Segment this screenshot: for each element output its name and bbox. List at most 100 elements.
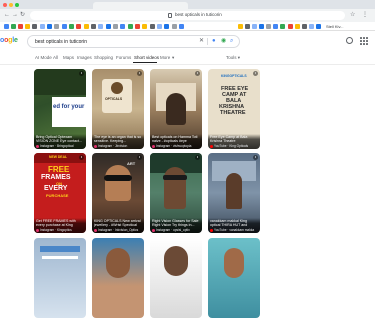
play-icon (79, 71, 84, 76)
bookmark-icon[interactable] (62, 24, 67, 29)
video-caption: vanakkam makkal King optical THIRA HUT a… (208, 217, 260, 233)
site-info-icon[interactable] (168, 12, 172, 18)
google-logo[interactable]: oogle (0, 37, 18, 44)
bookmark-icon[interactable] (142, 24, 147, 29)
bookmark-icon[interactable] (11, 24, 16, 29)
bookmark-icon[interactable] (40, 24, 45, 29)
video-title: Right Vision Glasses for Sale Right Visi… (152, 219, 199, 228)
bookmark-icon[interactable] (54, 24, 59, 29)
video-title: Free Eye Camp at Bala Krishna Theatre (210, 135, 248, 144)
bookmark-icon[interactable] (150, 24, 155, 29)
video-source: Instagram · Inkvision_Optics (98, 228, 139, 232)
lens-icon[interactable]: ◉ (221, 38, 226, 44)
tab-shopping[interactable]: Shopping (94, 55, 113, 60)
menu-icon[interactable]: ⋮ (362, 12, 368, 18)
video-card[interactable] (92, 238, 144, 318)
bookmark-icon[interactable] (295, 24, 300, 29)
bookmark-icon[interactable] (238, 24, 243, 29)
video-title: Bring Optical Optexam VISION ZONE Eye co… (36, 135, 82, 144)
chevron-down-icon[interactable]: ▾ (172, 55, 174, 61)
bookmark-icon[interactable] (316, 24, 321, 29)
bookmark-icon[interactable] (113, 24, 118, 29)
tab-all[interactable]: All (53, 55, 58, 60)
bookmark-icon[interactable] (266, 24, 271, 29)
tab-ai-mode[interactable]: AI Mode (35, 55, 52, 60)
video-card[interactable]: OPTICALS The eye is an organ that is so … (92, 69, 144, 149)
bookmark-icon[interactable] (120, 24, 125, 29)
bookmark-label[interactable]: Stell Kiv... (326, 24, 344, 29)
bookmark-icon[interactable] (302, 24, 307, 29)
bookmark-icon[interactable] (172, 24, 177, 29)
play-icon (253, 71, 258, 76)
youtube-icon (210, 228, 213, 232)
video-card[interactable]: NEW DEAL FREE FRAMES ON EVERY PURCHASE G… (34, 153, 86, 233)
bookmark-icon[interactable] (69, 24, 74, 29)
video-card[interactable] (150, 238, 202, 318)
search-icon[interactable]: ⌕ (230, 38, 233, 44)
tab-maps[interactable]: Maps (63, 55, 74, 60)
address-text: best opticals in tuticorin (175, 12, 222, 17)
tools-button[interactable]: Tools ▾ (226, 55, 240, 61)
bookmark-icon[interactable] (259, 24, 264, 29)
mic-icon[interactable]: ● (212, 38, 216, 44)
bookmark-icon[interactable] (98, 24, 103, 29)
back-icon[interactable]: ← (4, 12, 10, 18)
maximize-window-icon[interactable] (15, 3, 19, 7)
bookmark-icon[interactable] (32, 24, 37, 29)
card-art-text: ed for your (53, 104, 85, 110)
bookmark-icon[interactable] (135, 24, 140, 29)
card-art-text: FRAMES (41, 174, 71, 181)
tab-short-videos[interactable]: Short videos (134, 55, 159, 60)
video-source: Instagram · vishwoptopia (156, 144, 192, 148)
video-source: Instagram · Bringoptical (40, 144, 74, 148)
video-card[interactable]: vanakkam makkal King optical THIRA HUT a… (208, 153, 260, 233)
card-art-text: KINGOPTICALS (221, 74, 247, 78)
video-caption: The eye is an organ that is so sensitive… (92, 133, 144, 149)
bookmark-icon[interactable] (288, 24, 293, 29)
star-icon[interactable]: ☆ (350, 12, 355, 18)
video-card[interactable] (208, 238, 260, 318)
video-card[interactable]: ART KING OPTICALS New arrival jewellery … (92, 153, 144, 233)
search-divider (207, 38, 208, 45)
video-card[interactable]: Best opticals on Hamma Toti naive - #opt… (150, 69, 202, 149)
bookmark-icon[interactable] (252, 24, 257, 29)
reload-icon[interactable]: ↻ (20, 12, 25, 18)
bookmark-icon[interactable] (309, 24, 314, 29)
active-tab-indicator (133, 62, 157, 64)
instagram-icon (94, 144, 97, 148)
tab-forums[interactable]: Forums (116, 55, 131, 60)
instagram-icon (36, 144, 39, 148)
bookmark-icon[interactable] (18, 24, 23, 29)
bookmark-icon[interactable] (157, 24, 162, 29)
minimize-window-icon[interactable] (9, 3, 13, 7)
video-card[interactable]: KINGOPTICALS FREE EYE CAMP AT BALA KRISH… (208, 69, 260, 149)
bookmark-icon[interactable] (25, 24, 30, 29)
forward-icon[interactable]: → (12, 12, 18, 18)
play-icon (195, 71, 200, 76)
bookmark-icon[interactable] (106, 24, 111, 29)
tab-images[interactable]: Images (77, 55, 92, 60)
bookmark-icon[interactable] (91, 24, 96, 29)
video-card[interactable]: Right Vision Glasses for Sale Right Visi… (150, 153, 202, 233)
search-input[interactable]: best opticals in tuticorin (35, 39, 87, 45)
card-art-text: OPTICALS (105, 97, 123, 101)
bookmark-icon[interactable] (280, 24, 285, 29)
bookmark-icon[interactable] (84, 24, 89, 29)
bookmark-icon[interactable] (245, 24, 250, 29)
bookmark-icon[interactable] (4, 24, 9, 29)
bookmark-icon[interactable] (128, 24, 133, 29)
header-divider (0, 64, 375, 65)
bookmark-icon[interactable] (179, 24, 184, 29)
video-card[interactable] (34, 238, 86, 318)
apps-icon[interactable] (360, 37, 368, 45)
video-card[interactable]: ed for your Bring Optical Optexam VISION… (34, 69, 86, 149)
bookmark-icon[interactable] (273, 24, 278, 29)
close-window-icon[interactable] (3, 3, 7, 7)
bookmark-icon[interactable] (164, 24, 169, 29)
instagram-icon (36, 228, 39, 232)
settings-icon[interactable] (346, 37, 353, 44)
tab-more[interactable]: More (160, 55, 170, 60)
clear-icon[interactable]: ✕ (199, 38, 204, 44)
bookmark-icon[interactable] (47, 24, 52, 29)
bookmark-icon[interactable] (76, 24, 81, 29)
